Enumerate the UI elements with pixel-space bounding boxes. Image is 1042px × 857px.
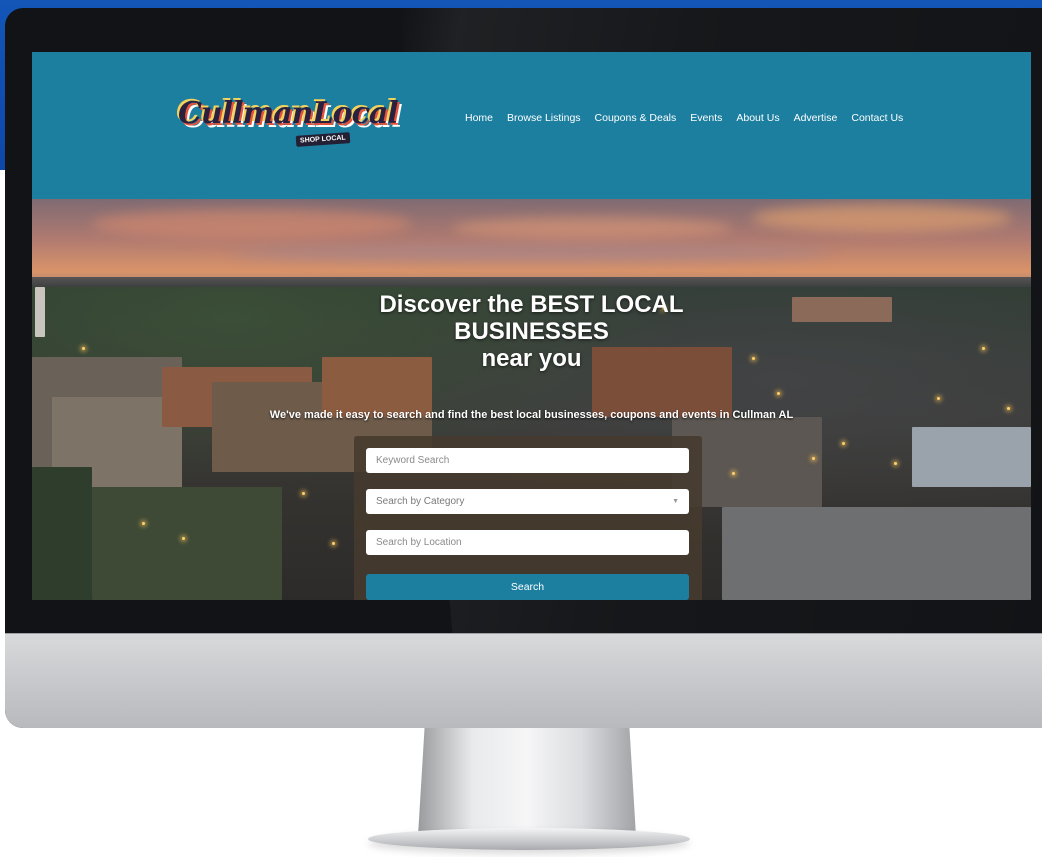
website-screen: CullmanLocal SHOP LOCAL Home Browse List… xyxy=(32,52,1031,600)
light xyxy=(777,392,780,395)
light xyxy=(302,492,305,495)
light xyxy=(732,472,735,475)
building xyxy=(912,427,1031,487)
monitor-chin xyxy=(5,633,1042,728)
logo-wordmark: CullmanLocal xyxy=(178,96,399,131)
search-button[interactable]: Search xyxy=(366,574,689,600)
hero-title-line: Discover the BEST LOCAL xyxy=(379,291,684,318)
monitor: CullmanLocal SHOP LOCAL Home Browse List… xyxy=(5,8,1042,728)
mockup-stage: CullmanLocal SHOP LOCAL Home Browse List… xyxy=(0,0,1042,857)
light xyxy=(842,442,845,445)
nav-coupons-deals[interactable]: Coupons & Deals xyxy=(595,112,677,124)
sky-cloud xyxy=(232,244,832,262)
main-nav: Home Browse Listings Coupons & Deals Eve… xyxy=(465,112,917,124)
nav-contact-us[interactable]: Contact Us xyxy=(851,112,903,124)
light xyxy=(142,522,145,525)
rooftop xyxy=(722,507,1031,600)
keyword-search-input[interactable] xyxy=(366,448,689,473)
category-select[interactable]: Search by Category ▼ xyxy=(366,489,689,514)
trees xyxy=(32,467,92,600)
trees xyxy=(92,487,282,600)
hero-title-line: near you xyxy=(481,345,582,372)
site-header: CullmanLocal SHOP LOCAL Home Browse List… xyxy=(32,52,1031,199)
sky-cloud xyxy=(92,209,412,239)
nav-advertise[interactable]: Advertise xyxy=(794,112,838,124)
nav-about-us[interactable]: About Us xyxy=(736,112,779,124)
light xyxy=(812,457,815,460)
hero-title-line: BUSINESSES xyxy=(454,318,609,345)
search-panel: Search by Category ▼ Search xyxy=(354,436,702,600)
hero-subtitle: We've made it easy to search and find th… xyxy=(269,409,794,421)
monitor-stand-base xyxy=(368,828,690,850)
location-search-input[interactable] xyxy=(366,530,689,555)
hero-title: Discover the BEST LOCAL BUSINESSES near … xyxy=(32,291,1031,372)
light xyxy=(182,537,185,540)
nav-browse-listings[interactable]: Browse Listings xyxy=(507,112,581,124)
nav-home[interactable]: Home xyxy=(465,112,493,124)
category-select-value: Search by Category xyxy=(376,496,465,507)
sky-cloud xyxy=(752,204,1012,232)
chevron-down-icon: ▼ xyxy=(672,498,679,505)
sky-cloud xyxy=(452,217,732,239)
hero-section: Discover the BEST LOCAL BUSINESSES near … xyxy=(32,199,1031,600)
light xyxy=(332,542,335,545)
monitor-stand-neck xyxy=(418,728,636,836)
site-logo[interactable]: CullmanLocal SHOP LOCAL xyxy=(178,96,399,156)
nav-events[interactable]: Events xyxy=(690,112,722,124)
light xyxy=(937,397,940,400)
logo-tagline: SHOP LOCAL xyxy=(295,132,351,147)
light xyxy=(894,462,897,465)
